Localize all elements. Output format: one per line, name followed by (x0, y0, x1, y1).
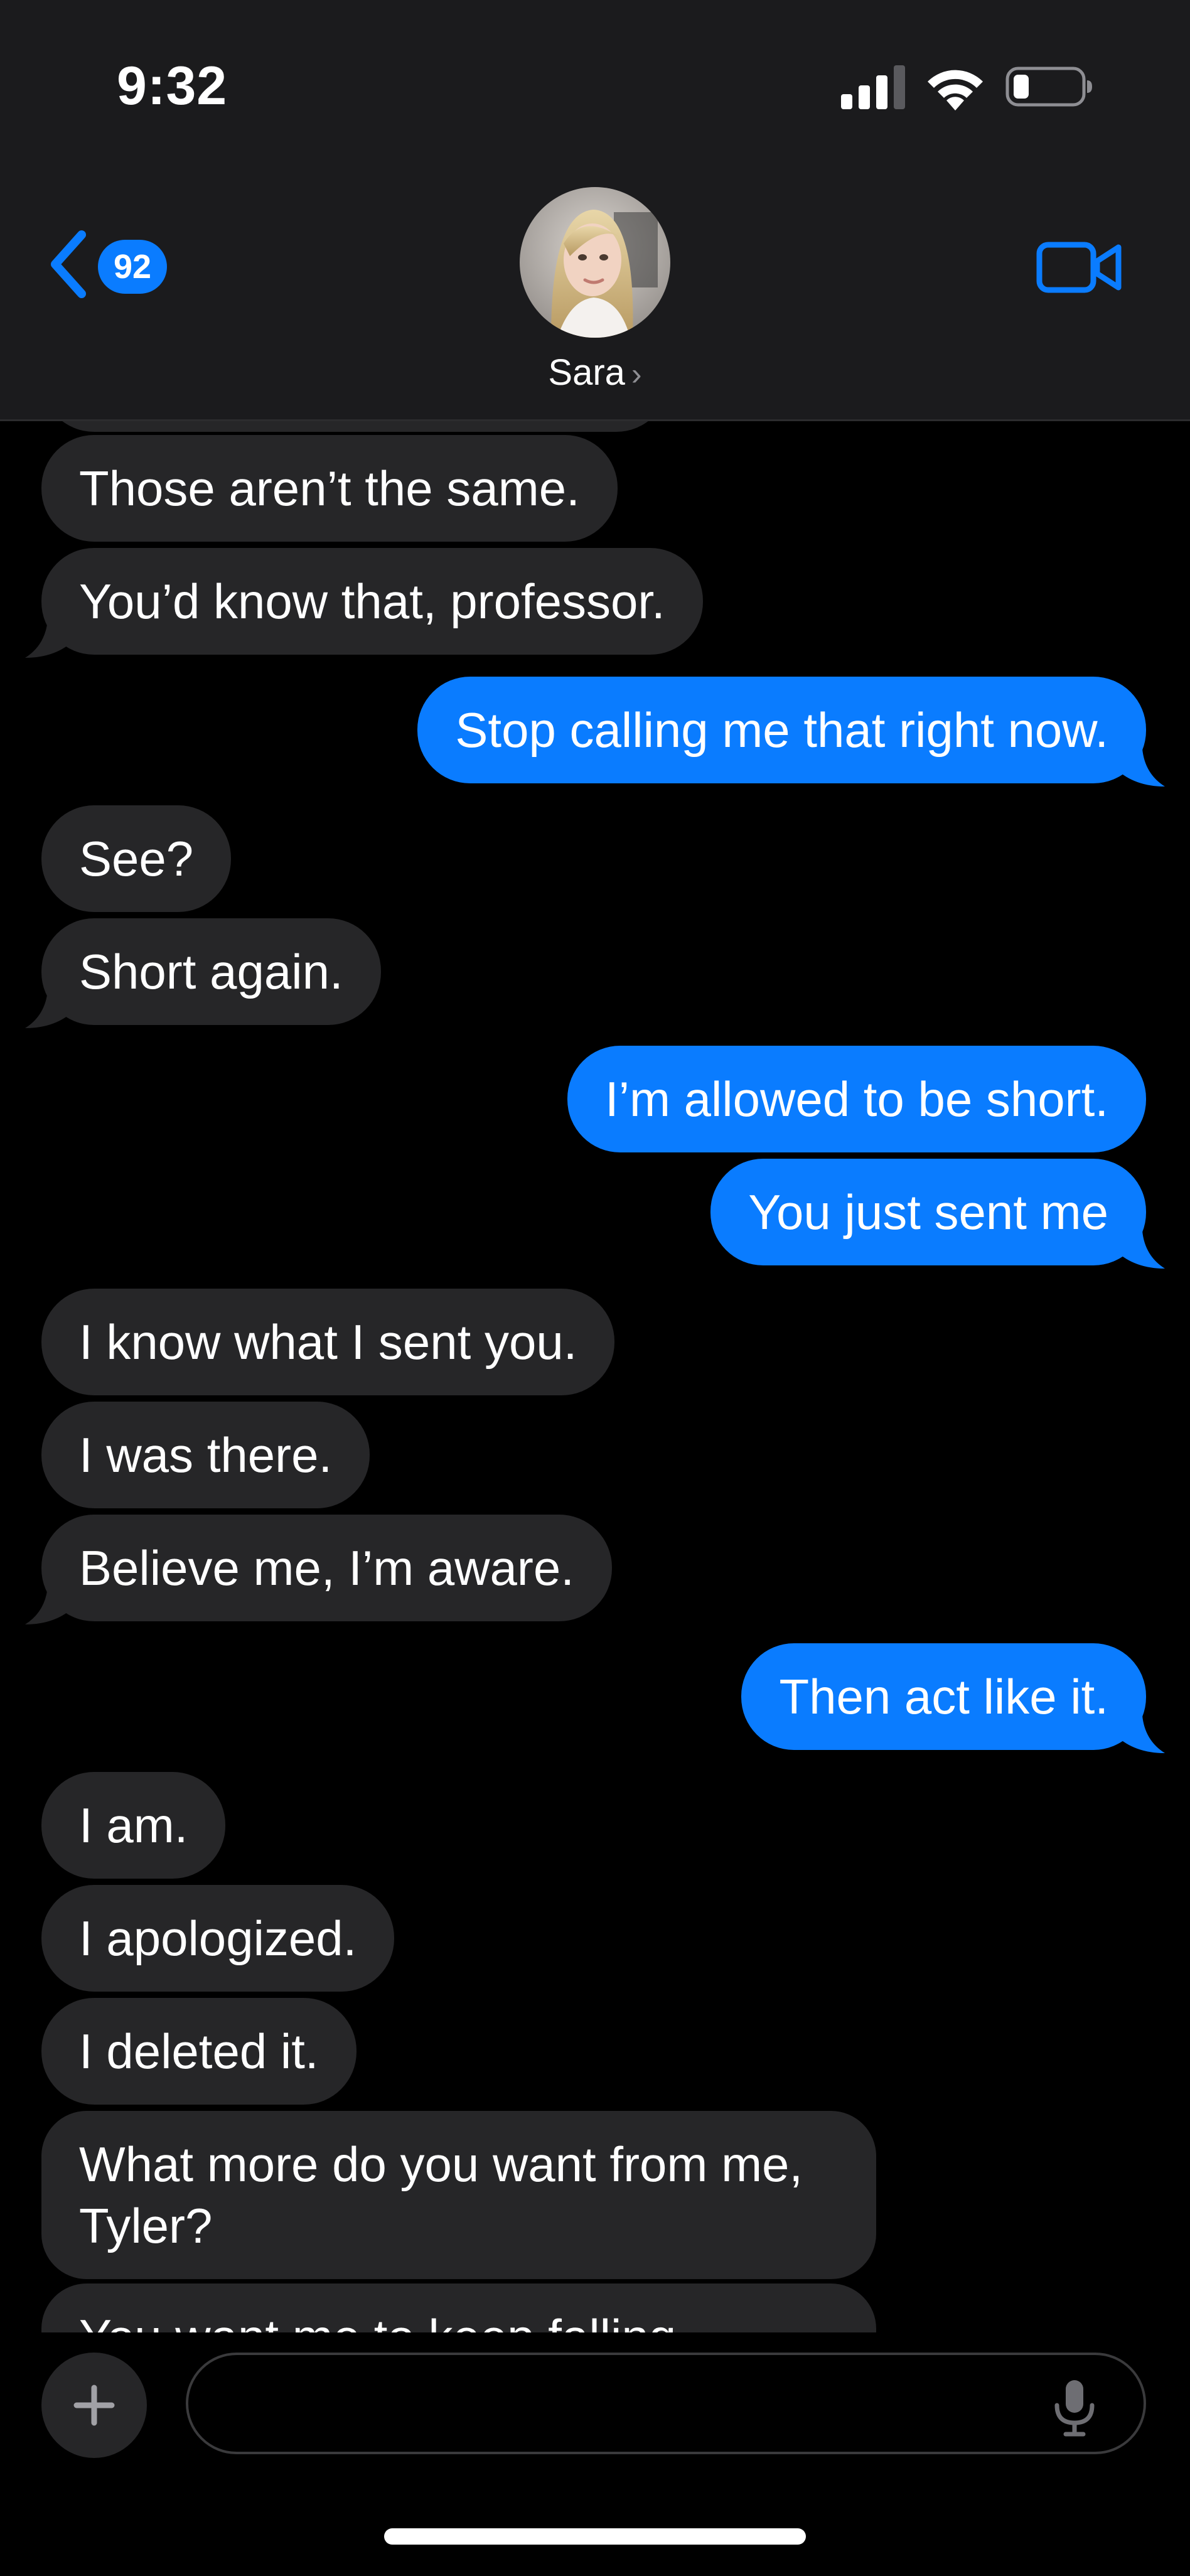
message-bubble-incoming: What more do you want from me, Tyler? (41, 2111, 876, 2279)
message-bubble-incoming: Those aren’t the same. (41, 435, 618, 542)
microphone-icon[interactable] (1049, 2378, 1100, 2438)
message-bubble-incoming: I was there. (41, 1402, 370, 1508)
message-bubble-outgoing: Stop calling me that right now. (417, 677, 1146, 783)
message-bubble-incoming: You’d know that, professor. (41, 548, 703, 655)
message-thread[interactable]: Those aren’t the same. You’d know that, … (0, 419, 1190, 2332)
chevron-right-icon: › (631, 357, 642, 392)
contact-name-button[interactable]: Sara › (0, 352, 1190, 394)
add-attachment-button[interactable] (41, 2353, 147, 2458)
contact-name: Sara (548, 352, 625, 393)
message-bubble-incoming: I apologized. (41, 1885, 395, 1992)
back-button[interactable]: 92 (48, 227, 173, 303)
chevron-left-icon (51, 230, 86, 298)
message-bubble-partial (41, 419, 669, 432)
wifi-icon (928, 70, 983, 110)
message-bubble-incoming: See? (41, 805, 232, 912)
message-bubble-incoming: Believe me, I’m aware. (41, 1515, 612, 1621)
bubble-tail (1115, 749, 1165, 786)
unread-count-badge: 92 (98, 240, 167, 294)
message-bubble-outgoing: Then act like it. (741, 1643, 1146, 1750)
message-bubble-outgoing: You just sent me (710, 1159, 1146, 1265)
bubble-tail (25, 1587, 75, 1624)
video-camera-icon[interactable] (1036, 236, 1123, 299)
conversation-header: 9:32 92 Sara › (0, 0, 1190, 421)
bubble-tail (1115, 1231, 1165, 1269)
plus-icon (73, 2385, 115, 2426)
battery-icon (1005, 67, 1092, 107)
contact-avatar[interactable] (520, 187, 670, 338)
message-bubble-incoming: I know what I sent you. (41, 1289, 615, 1395)
bubble-tail (25, 990, 75, 1028)
message-bubble-incoming: You want me to keep falling (41, 2284, 876, 2332)
status-time: 9:32 (117, 56, 228, 116)
cellular-signal-icon (841, 65, 905, 109)
compose-bar (0, 2332, 1190, 2576)
avatar-photo (520, 187, 670, 338)
message-bubble-incoming: I deleted it. (41, 1998, 356, 2105)
message-bubble-incoming: I am. (41, 1772, 226, 1879)
message-input[interactable] (186, 2353, 1146, 2454)
bubble-tail (25, 620, 75, 658)
message-bubble-outgoing: I’m allowed to be short. (567, 1046, 1146, 1152)
bubble-tail (1115, 1715, 1165, 1753)
home-indicator[interactable] (384, 2528, 806, 2545)
message-bubble-incoming: Short again. (41, 918, 381, 1025)
